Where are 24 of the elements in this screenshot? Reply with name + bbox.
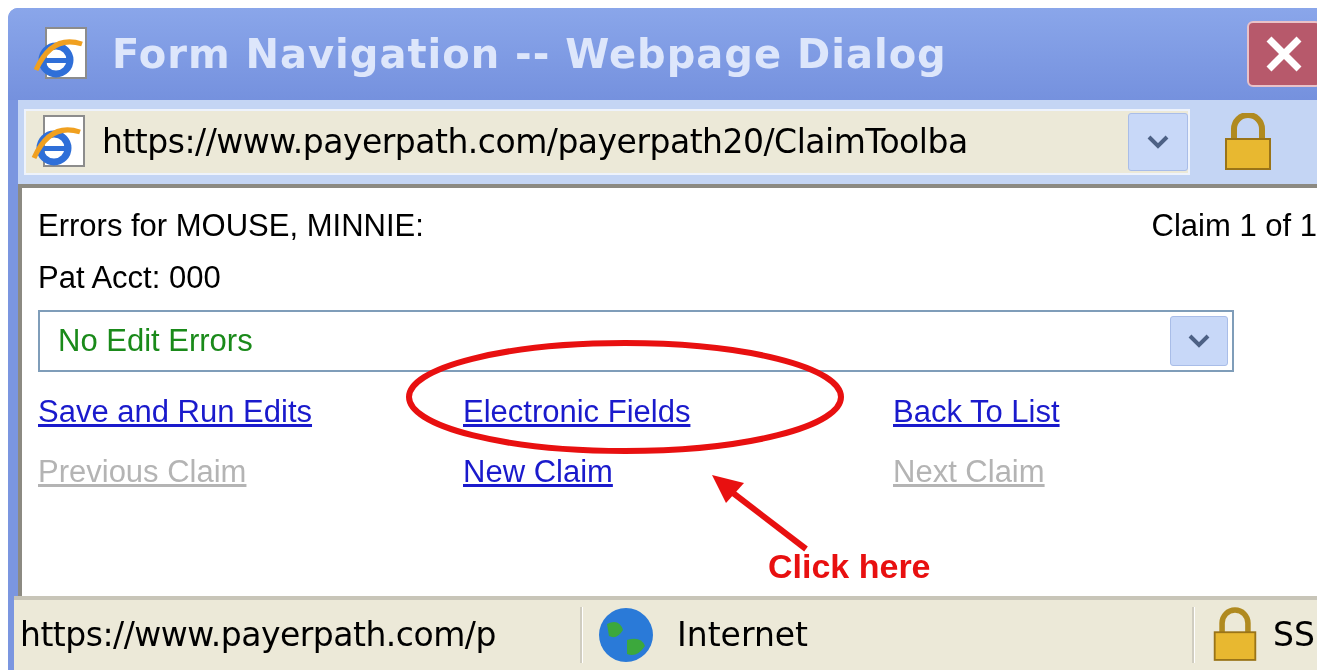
close-icon	[1265, 35, 1303, 73]
nav-link[interactable]: New Claim	[463, 448, 613, 496]
claim-counter: Claim 1 of 1	[1151, 206, 1317, 245]
lock-icon	[1222, 113, 1274, 171]
ssl-indicator: SS	[1273, 614, 1315, 657]
security-zone: Internet	[677, 614, 809, 657]
errors-dropdown[interactable]: No Edit Errors	[38, 310, 1234, 372]
close-button[interactable]	[1247, 21, 1317, 87]
chevron-down-icon	[1147, 135, 1169, 149]
window-title: Form Navigation -- Webpage Dialog	[112, 30, 947, 79]
browser-page-icon	[32, 26, 90, 82]
nav-link[interactable]: Save and Run Edits	[38, 388, 312, 436]
chevron-down-icon	[1188, 334, 1210, 348]
globe-icon	[597, 606, 655, 664]
nav-link[interactable]: Back To List	[893, 388, 1060, 436]
url-text: https://www.payerpath.com/payerpath20/ClaimToolba	[102, 121, 968, 164]
address-field[interactable]: https://www.payerpath.com/payerpath20/ClaimToolba	[24, 109, 1190, 175]
annotation-label: Click here	[768, 546, 931, 587]
patient-errors-heading: Errors for MOUSE, MINNIE:	[38, 206, 424, 245]
patient-account: Pat Acct: 000	[38, 258, 221, 297]
status-url: https://www.payerpath.com/p	[19, 614, 497, 657]
dropdown-button[interactable]	[1128, 113, 1188, 171]
dropdown-button[interactable]	[1170, 316, 1228, 366]
browser-page-icon	[30, 114, 88, 170]
